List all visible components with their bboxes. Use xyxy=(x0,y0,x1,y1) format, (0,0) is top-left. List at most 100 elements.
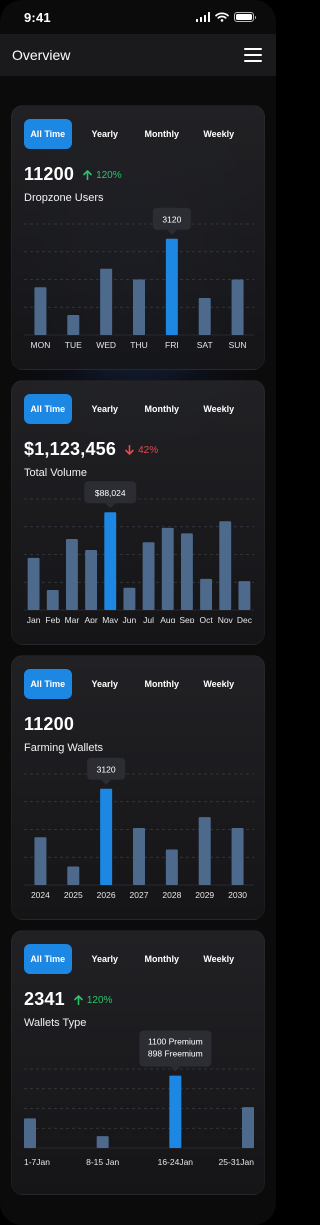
tab-all-time[interactable]: All Time xyxy=(24,669,72,699)
chart-bar xyxy=(85,550,98,610)
period-tabs: All Time Yearly Monthly Weekly xyxy=(24,393,252,425)
tab-monthly[interactable]: Monthly xyxy=(138,119,186,149)
hamburger-menu-icon[interactable] xyxy=(244,48,262,62)
x-tick-label: 1-7Jan xyxy=(24,1157,50,1167)
tab-all-time[interactable]: All Time xyxy=(24,394,72,424)
x-tick-label: 2027 xyxy=(130,890,149,898)
chart-bar xyxy=(142,542,155,610)
x-tick-label: SUN xyxy=(229,340,247,348)
bar-chart: Jan Feb Mar Apr May Jun Jul Aug Sep Oct Nov Dec $88,… xyxy=(24,481,254,623)
tab-yearly[interactable]: Yearly xyxy=(72,394,139,424)
x-tick-label: Nov xyxy=(218,615,234,623)
x-tick-label: 2029 xyxy=(195,890,214,898)
tooltip-text: $88,024 xyxy=(95,488,126,498)
delta-value: 42% xyxy=(138,444,159,456)
tab-monthly[interactable]: Monthly xyxy=(138,944,186,974)
chart-bar xyxy=(231,279,244,335)
arrow-up-icon xyxy=(83,170,92,180)
chart-bar xyxy=(100,268,113,335)
period-tabs: All Time Yearly Monthly Weekly xyxy=(24,943,252,975)
phone-screen: 9:41 Overview All Time Yearly Monthly We… xyxy=(0,0,276,1225)
tab-weekly[interactable]: Weekly xyxy=(186,394,253,424)
stat-card-farming-wallets: All Time Yearly Monthly Weekly 11200 Far… xyxy=(11,655,265,920)
chart-bar xyxy=(200,578,213,610)
chart-bar xyxy=(231,827,244,885)
x-tick-label: 2024 xyxy=(31,890,50,898)
x-tick-label: FRI xyxy=(165,340,179,348)
chart-bar xyxy=(34,287,47,335)
x-tick-label: 2026 xyxy=(97,890,116,898)
delta-badge: 120% xyxy=(83,170,122,181)
bar-chart: 2024 2025 2026 2027 2028 2029 2030 3120 xyxy=(24,757,254,898)
metric-label: Wallets Type xyxy=(24,1017,87,1029)
metric-row: 2341 120% xyxy=(24,989,252,1013)
arrow-down-icon xyxy=(125,445,134,455)
metric-row: $1,123,456 42% xyxy=(24,439,252,463)
bar-chart: 1-7Jan 8-15 Jan 16-24Jan 25-31Jan 1100 Premi… xyxy=(24,1030,254,1167)
x-tick-label: Feb xyxy=(45,615,60,623)
x-tick-label: Mar xyxy=(65,615,80,623)
tab-yearly[interactable]: Yearly xyxy=(72,669,139,699)
chart-bar xyxy=(198,817,211,885)
tab-yearly[interactable]: Yearly xyxy=(72,944,139,974)
chart-bar xyxy=(133,279,145,335)
tab-monthly[interactable]: Monthly xyxy=(138,669,186,699)
status-bar: 9:41 xyxy=(0,0,276,34)
metric-value: 11200 xyxy=(24,714,75,734)
cellular-signal-icon xyxy=(195,12,210,22)
chart-bar-highlighted xyxy=(100,788,113,885)
arrow-up-icon xyxy=(74,995,83,1005)
chart-bar xyxy=(24,1118,36,1148)
chart-bar xyxy=(27,557,40,610)
metric-value: 11200 xyxy=(24,164,75,184)
x-tick-label: Sep xyxy=(179,615,194,623)
x-tick-label: 16-24Jan xyxy=(158,1157,194,1167)
x-tick-label: Aug xyxy=(160,615,175,623)
chart-bar xyxy=(34,837,47,885)
tooltip-pointer xyxy=(105,503,116,509)
x-tick-label: Apr xyxy=(84,615,97,623)
metric-label: Dropzone Users xyxy=(24,192,104,204)
x-tick-label: 25-31Jan xyxy=(219,1157,254,1167)
tab-all-time[interactable]: All Time xyxy=(24,119,72,149)
x-tick-label: 8-15 Jan xyxy=(86,1157,119,1167)
tab-weekly[interactable]: Weekly xyxy=(186,669,253,699)
chart-bar-highlighted xyxy=(165,238,178,335)
x-tick-label: Jan xyxy=(27,615,41,623)
chart-bar xyxy=(165,849,178,885)
status-icons xyxy=(195,12,256,22)
chart-bar xyxy=(238,581,251,610)
tab-yearly[interactable]: Yearly xyxy=(72,119,139,149)
tab-all-time[interactable]: All Time xyxy=(24,944,72,974)
chart-bar xyxy=(123,587,136,610)
chart-bar xyxy=(46,590,59,610)
metric-value: $1,123,456 xyxy=(24,439,117,459)
metric-row: 11200 xyxy=(24,714,252,738)
chart-bar-highlighted xyxy=(169,1075,182,1148)
wifi-icon xyxy=(215,12,229,22)
chart-bar xyxy=(242,1107,254,1148)
tooltip-pointer xyxy=(166,229,177,235)
metric-row: 11200 120% xyxy=(24,164,252,188)
tooltip-text: 3120 xyxy=(162,214,181,224)
delta-value: 120% xyxy=(86,994,113,1006)
battery-icon xyxy=(234,12,256,22)
tooltip-pointer xyxy=(170,1066,181,1072)
tab-monthly[interactable]: Monthly xyxy=(138,394,186,424)
x-tick-label: Jun xyxy=(123,615,137,623)
tab-weekly[interactable]: Weekly xyxy=(186,119,253,149)
chart-bar xyxy=(161,527,174,610)
tooltip-text: 898 Freemium xyxy=(148,1049,203,1059)
period-tabs: All Time Yearly Monthly Weekly xyxy=(24,668,252,700)
x-tick-label: 2030 xyxy=(228,890,247,898)
bar-chart: MON TUE WED THU FRI SAT SUN 3120 xyxy=(24,207,254,348)
delta-badge: 120% xyxy=(74,994,113,1006)
x-tick-label: SAT xyxy=(197,340,213,348)
app-bar: Overview xyxy=(0,34,276,76)
chart-bar xyxy=(133,827,145,885)
stat-card-dropzone-users: All Time Yearly Monthly Weekly 11200 120… xyxy=(11,105,265,370)
tab-weekly[interactable]: Weekly xyxy=(186,944,253,974)
metric-label: Farming Wallets xyxy=(24,742,104,754)
page-title: Overview xyxy=(12,47,71,63)
x-tick-label: THU xyxy=(130,340,147,348)
